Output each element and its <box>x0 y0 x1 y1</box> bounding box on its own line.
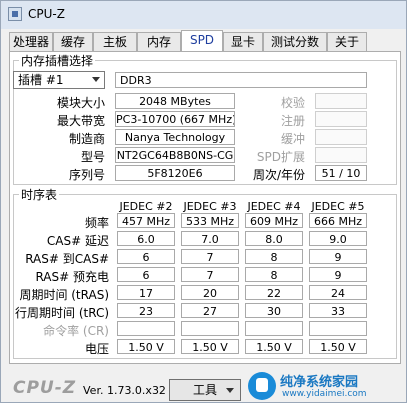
timing-row-label: 行周期时间 (tRC) <box>15 306 110 320</box>
memory-type-field: DDR3 <box>115 72 367 88</box>
timing-cell <box>181 321 239 336</box>
watermark-text: 纯净系统家园 <box>280 375 359 390</box>
timing-cell: 7.0 <box>181 231 239 246</box>
serial-label: 序列号 <box>68 168 105 182</box>
column-header: JEDEC #5 <box>311 200 365 213</box>
timing-row-label: RAS# 到CAS# <box>25 252 109 266</box>
part-number-value: NT2GC64B8B0NS-CG <box>115 147 235 163</box>
column-header: JEDEC #2 <box>119 200 173 213</box>
slot-group-title: 内存插槽选择 <box>19 52 96 69</box>
timing-cell: 23 <box>117 303 175 318</box>
cpuz-logo: CPU-Z <box>13 378 77 398</box>
module-size-label: 模块大小 <box>56 96 105 110</box>
tools-button[interactable]: 工具 <box>169 379 241 401</box>
registered-label: 注册 <box>280 114 305 128</box>
slot-select-value: 插槽 #1 <box>18 73 64 87</box>
timing-cell: 533 MHz <box>181 213 239 228</box>
timing-cell: 27 <box>181 303 239 318</box>
timing-group-title: 时序表 <box>19 186 60 203</box>
timing-cell <box>117 321 175 336</box>
tab-cache[interactable]: 缓存 <box>53 32 93 51</box>
buffered-field <box>315 129 367 145</box>
timing-cell: 9 <box>309 249 367 264</box>
timing-row-label: CAS# 延迟 <box>46 234 109 248</box>
timing-cell: 8 <box>245 267 303 282</box>
watermark-logo-icon <box>248 372 276 400</box>
checksum-label: 校验 <box>280 96 305 110</box>
max-bandwidth-label: 最大带宽 <box>56 114 105 128</box>
version-label: Ver. 1.73.0.x32 <box>83 384 166 397</box>
week-year-label: 周次/年份 <box>252 168 305 182</box>
manufacturer-value: Nanya Technology <box>115 129 235 145</box>
timing-cell: 8 <box>245 249 303 264</box>
column-header: JEDEC #4 <box>247 200 301 213</box>
chevron-down-icon <box>92 77 100 82</box>
timing-row-label: 周期时间 (tRAS) <box>19 288 109 302</box>
title-bar[interactable]: CPU-Z <box>1 1 406 29</box>
spd-ext-label: SPD扩展 <box>256 150 305 164</box>
tab-graphics[interactable]: 显卡 <box>223 32 263 51</box>
timing-row-label: 电压 <box>84 342 109 356</box>
week-year-value: 51 / 10 <box>315 165 367 181</box>
timing-cell: 24 <box>309 285 367 300</box>
timing-cell: 457 MHz <box>117 213 175 228</box>
column-header: JEDEC #3 <box>183 200 237 213</box>
cpuz-app-icon <box>8 7 22 21</box>
timing-cell: 7 <box>181 267 239 282</box>
timing-cell: 6.0 <box>117 231 175 246</box>
tab-bench[interactable]: 测试分数 <box>263 32 327 51</box>
tab-processor[interactable]: 处理器 <box>9 32 53 51</box>
timing-cell: 1.50 V <box>245 339 303 354</box>
manufacturer-label: 制造商 <box>68 132 105 146</box>
timing-cell: 6 <box>117 267 175 282</box>
timing-cell: 609 MHz <box>245 213 303 228</box>
part-number-label: 型号 <box>80 150 105 164</box>
timing-cell: 1.50 V <box>309 339 367 354</box>
spd-ext-field <box>315 147 367 163</box>
buffered-label: 缓冲 <box>280 132 305 146</box>
timing-cell: 20 <box>181 285 239 300</box>
checksum-field <box>315 93 367 109</box>
tab-about[interactable]: 关于 <box>327 32 367 51</box>
tab-memory[interactable]: 内存 <box>137 32 181 51</box>
watermark-url: www.yidaimei.com <box>282 389 367 399</box>
timing-cell: 9.0 <box>309 231 367 246</box>
tab-spd[interactable]: SPD <box>181 30 223 52</box>
timing-cell: 6 <box>117 249 175 264</box>
timing-cell: 666 MHz <box>309 213 367 228</box>
timing-cell: 9 <box>309 267 367 282</box>
timing-cell: 22 <box>245 285 303 300</box>
timing-row-label: 频率 <box>84 216 109 230</box>
timing-cell: 1.50 V <box>117 339 175 354</box>
tab-bar: 处理器 缓存 主板 内存 SPD 显卡 测试分数 关于 <box>9 30 401 52</box>
timing-cell: 30 <box>245 303 303 318</box>
timing-cell <box>309 321 367 336</box>
timing-row-label: 命令率 (CR) <box>43 324 109 338</box>
timing-cell: 1.50 V <box>181 339 239 354</box>
timing-cell: 8.0 <box>245 231 303 246</box>
tools-button-label: 工具 <box>192 383 217 397</box>
module-size-value: 2048 MBytes <box>115 93 235 109</box>
tab-mainboard[interactable]: 主板 <box>93 32 137 51</box>
timing-row-label: RAS# 预充电 <box>35 270 109 284</box>
timing-cell: 17 <box>117 285 175 300</box>
slot-select[interactable]: 插槽 #1 <box>13 71 105 89</box>
serial-value: 5F8120E6 <box>115 165 235 181</box>
timing-cell <box>245 321 303 336</box>
watermark: 纯净系统家园 www.yidaimei.com <box>248 370 406 402</box>
timing-cell: 7 <box>181 249 239 264</box>
cpuz-window: CPU-Z 处理器 缓存 主板 内存 SPD 显卡 测试分数 关于 内存插槽选择… <box>0 0 407 403</box>
registered-field <box>315 111 367 127</box>
window-title: CPU-Z <box>28 7 65 21</box>
max-bandwidth-value: PC3-10700 (667 MHz) <box>115 111 235 127</box>
timing-cell: 33 <box>309 303 367 318</box>
chevron-down-icon <box>226 388 234 393</box>
